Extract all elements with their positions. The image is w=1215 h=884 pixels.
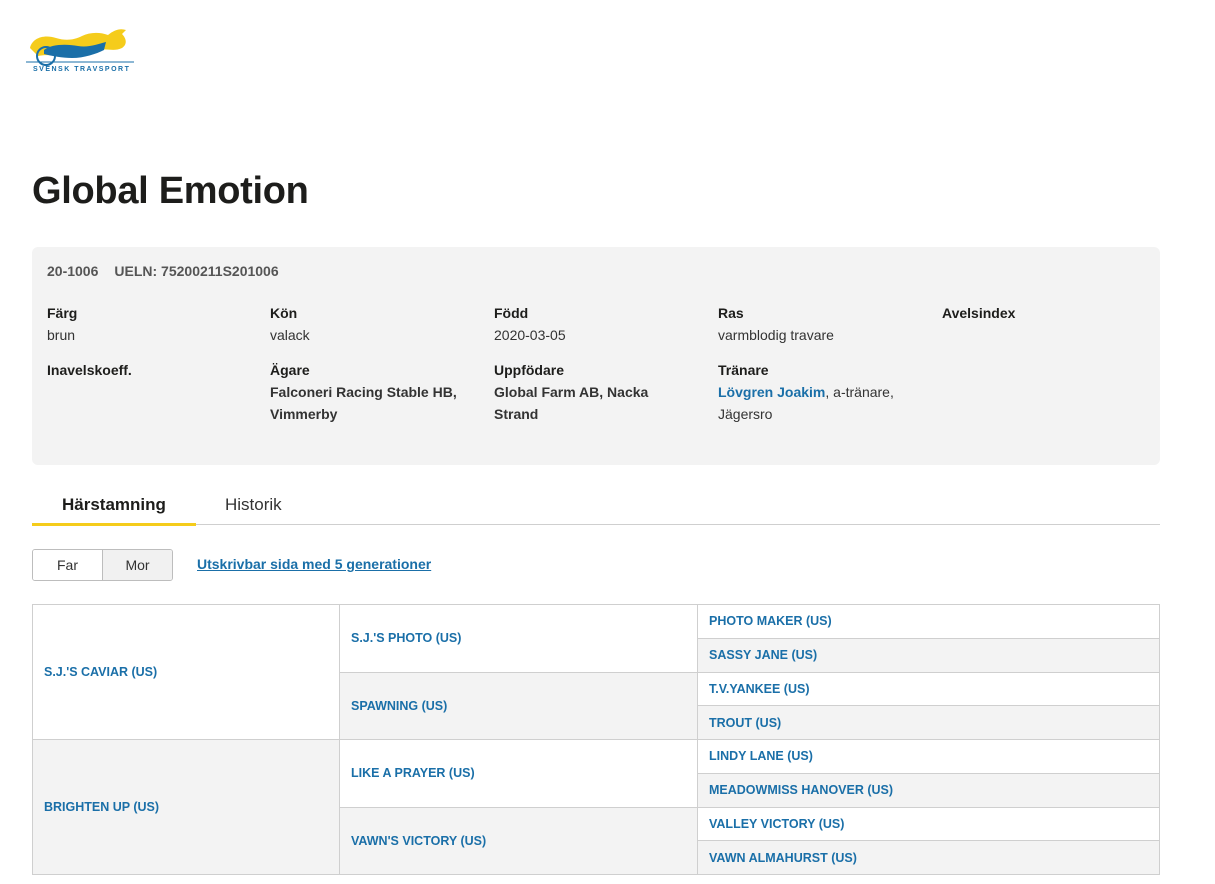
printable-page-link[interactable]: Utskrivbar sida med 5 generationer: [197, 556, 431, 572]
trainer-location: Jägersro: [718, 406, 773, 422]
pedigree-sire[interactable]: S.J.'S CAVIAR (US): [32, 604, 340, 740]
breeding-index-label: Avelsindex: [942, 305, 1016, 321]
pedigree-gen3-5[interactable]: LINDY LANE (US): [697, 739, 1160, 774]
pedigree-gen3-1[interactable]: PHOTO MAKER (US): [697, 604, 1160, 639]
pedigree-dam[interactable]: BRIGHTEN UP (US): [32, 739, 340, 875]
sex-label: Kön: [270, 305, 298, 321]
breeder-line-2: Strand: [494, 406, 539, 422]
tab-pedigree[interactable]: Härstamning: [32, 495, 196, 526]
pedigree-sire-sire[interactable]: S.J.'S PHOTO (US): [339, 604, 698, 673]
breeder-field: Uppfödare Global Farm AB, Nacka Strand: [494, 359, 704, 425]
owner-field: Ägare Falconeri Racing Stable HB, Vimmerb…: [270, 359, 480, 425]
owner-link[interactable]: Falconeri Racing Stable HB, Vimmerby: [270, 381, 480, 425]
trotter-horse-icon: [26, 29, 134, 66]
trainer-suffix: , a-tränare,: [825, 384, 894, 400]
sire-dam-toggle: Far Mor: [32, 549, 173, 581]
pedigree-dam-dam[interactable]: VAWN'S VICTORY (US): [339, 806, 698, 875]
registration-line: 20-1006 UELN: 75200211S201006: [47, 263, 279, 279]
pedigree-gen3-8[interactable]: VAWN ALMAHURST (US): [697, 840, 1160, 875]
tab-bar: Härstamning Historik: [32, 490, 1160, 526]
born-field: Född 2020-03-05: [494, 302, 704, 346]
inbreeding-label: Inavelskoeff.: [47, 362, 132, 378]
pedigree-gen3-2[interactable]: SASSY JANE (US): [697, 637, 1160, 673]
pedigree-sire-dam[interactable]: SPAWNING (US): [339, 671, 698, 740]
breeder-line-1: Global Farm AB, Nacka: [494, 384, 649, 400]
breeding-index-field: Avelsindex: [942, 302, 1152, 324]
horse-info-card: 20-1006 UELN: 75200211S201006 Färg brun K…: [32, 247, 1160, 465]
page-title: Global Emotion: [32, 170, 309, 212]
trainer-field: Tränare Lövgren Joakim, a-tränare, Jägers…: [718, 359, 928, 425]
breed-value: varmblodig travare: [718, 327, 834, 343]
breeder-link[interactable]: Global Farm AB, Nacka Strand: [494, 381, 704, 425]
sex-field: Kön valack: [270, 302, 480, 346]
registration-number: 20-1006: [47, 263, 99, 279]
dam-button[interactable]: Mor: [103, 550, 172, 580]
born-value: 2020-03-05: [494, 327, 566, 343]
tab-history[interactable]: Historik: [195, 495, 312, 525]
born-label: Född: [494, 305, 529, 321]
pedigree-gen3-4[interactable]: TROUT (US): [697, 705, 1160, 740]
breed-field: Ras varmblodig travare: [718, 302, 928, 346]
owner-line-1: Falconeri Racing Stable HB,: [270, 384, 457, 400]
breed-label: Ras: [718, 305, 744, 321]
color-value: brun: [47, 327, 76, 343]
pedigree-dam-sire[interactable]: LIKE A PRAYER (US): [339, 739, 698, 808]
breeder-label: Uppfödare: [494, 362, 564, 378]
sex-value: valack: [270, 327, 310, 343]
color-field: Färg brun: [47, 302, 257, 346]
pedigree-gen3-6[interactable]: MEADOWMISS HANOVER (US): [697, 772, 1160, 808]
pedigree-table: S.J.'S CAVIAR (US) S.J.'S PHOTO (US) PHO…: [32, 604, 1160, 875]
trainer-label: Tränare: [718, 362, 769, 378]
logo-text: SVENSK TRAVSPORT: [33, 66, 131, 73]
color-label: Färg: [47, 305, 78, 321]
inbreeding-field: Inavelskoeff.: [47, 359, 257, 381]
ueln-number: UELN: 75200211S201006: [114, 263, 279, 279]
trainer-value: Lövgren Joakim, a-tränare, Jägersro: [718, 381, 928, 425]
pedigree-gen3-7[interactable]: VALLEY VICTORY (US): [697, 806, 1160, 842]
trainer-link[interactable]: Lövgren Joakim: [718, 384, 825, 400]
pedigree-gen3-3[interactable]: T.V.YANKEE (US): [697, 671, 1160, 707]
owner-line-2: Vimmerby: [270, 406, 338, 422]
owner-label: Ägare: [270, 362, 310, 378]
sire-button[interactable]: Far: [33, 550, 103, 580]
svensk-travsport-logo[interactable]: SVENSK TRAVSPORT: [26, 26, 136, 80]
